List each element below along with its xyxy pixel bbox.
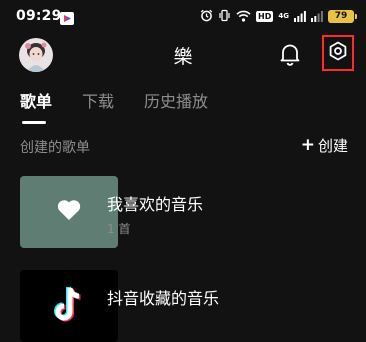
playlist-cover xyxy=(20,176,118,248)
status-bar: 09:29 HD 4G 79 xyxy=(0,0,366,32)
create-playlist-button[interactable]: + 创建 xyxy=(301,135,348,156)
alarm-icon xyxy=(200,7,213,26)
playlist-cover xyxy=(20,270,118,342)
plus-icon: + xyxy=(300,135,315,155)
tab-label: 歌单 xyxy=(20,92,53,111)
network-type-label: 4G xyxy=(278,12,289,20)
wifi-icon xyxy=(236,7,251,26)
signal-icon-secondary xyxy=(311,7,323,26)
settings-button[interactable] xyxy=(322,35,354,71)
playlist-item-liked[interactable]: 我喜欢的音乐 1 首 xyxy=(20,176,350,248)
bell-icon xyxy=(276,44,304,72)
tab-downloads[interactable]: 下载 xyxy=(82,88,114,118)
battery-icon: 79 xyxy=(328,9,357,23)
notifications-button[interactable] xyxy=(276,40,304,68)
page-title: 樂 xyxy=(173,46,193,68)
heart-icon xyxy=(56,198,82,226)
settings-gear-icon xyxy=(327,40,349,66)
status-indicators: HD 4G 79 xyxy=(200,7,357,26)
douyin-logo-icon xyxy=(49,282,89,330)
tab-history[interactable]: 历史播放 xyxy=(144,88,208,118)
tab-label: 历史播放 xyxy=(144,92,209,111)
hd-badge: HD xyxy=(256,10,274,22)
tab-playlists[interactable]: 歌单 xyxy=(20,88,53,124)
active-tab-indicator xyxy=(22,121,46,124)
avatar[interactable] xyxy=(19,38,53,72)
playlist-item-douyin[interactable]: 抖音收藏的音乐 xyxy=(20,270,350,342)
tab-label: 下载 xyxy=(82,92,115,111)
section-title: 创建的歌单 xyxy=(20,140,90,156)
tab-bar: 歌单 下载 历史播放 xyxy=(20,88,208,124)
status-time: 09:29 xyxy=(16,8,62,24)
playlist-count: 1 首 xyxy=(107,222,131,236)
create-label: 创建 xyxy=(317,137,348,155)
signal-icon xyxy=(294,7,306,26)
playlist-title: 我喜欢的音乐 xyxy=(107,195,204,214)
vibrate-icon xyxy=(218,7,231,26)
playlist-title: 抖音收藏的音乐 xyxy=(107,289,220,308)
app-notification-icon xyxy=(60,10,74,29)
battery-level: 79 xyxy=(334,10,348,21)
